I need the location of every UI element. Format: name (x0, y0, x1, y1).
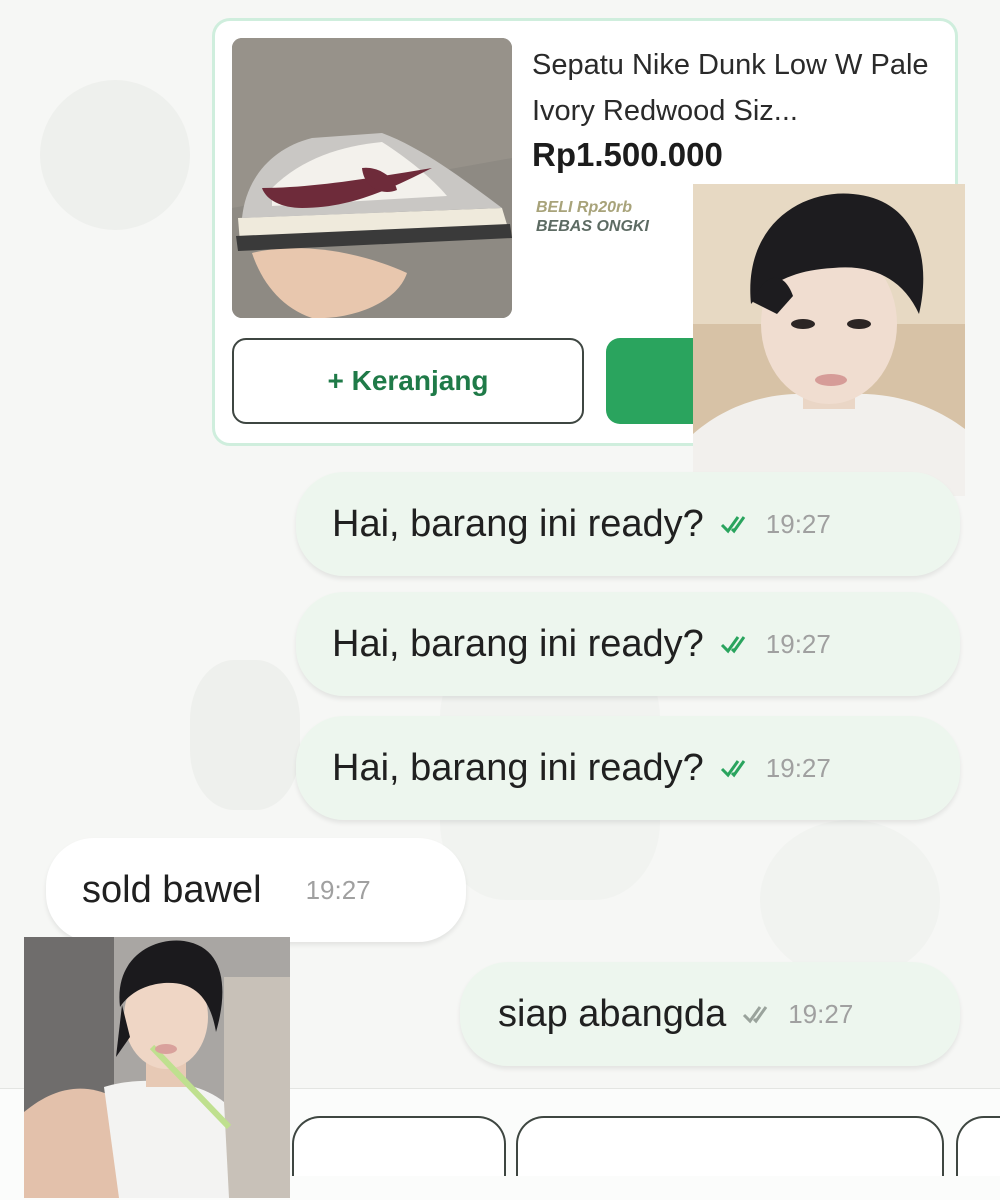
quick-reply-chip[interactable] (956, 1116, 1000, 1176)
product-title[interactable]: Sepatu Nike Dunk Low W Pale Ivory Redwoo… (532, 42, 942, 134)
overlay-photo-selfie (24, 937, 290, 1198)
quick-reply-chip[interactable] (516, 1116, 944, 1176)
double-check-icon (743, 1006, 768, 1024)
message-bubble-outgoing[interactable]: siap abangda 19:27 (460, 962, 960, 1066)
message-bubble-incoming[interactable]: sold bawel 19:27 (46, 838, 466, 942)
message-text: siap abangda (498, 992, 727, 1035)
double-check-icon (720, 636, 746, 654)
message-bubble-outgoing[interactable]: Hai, barang ini ready? 19:27 (296, 716, 960, 820)
message-time: 19:27 (765, 508, 831, 539)
message-time: 19:27 (765, 628, 831, 659)
selfie-photo (24, 937, 290, 1198)
message-text: Hai, barang ini ready? (332, 502, 704, 545)
product-price: Rp1.500.000 (532, 136, 723, 173)
double-check-icon (720, 516, 746, 534)
double-check-icon (720, 760, 746, 778)
message-time: 19:27 (788, 998, 854, 1029)
portrait-photo (693, 184, 965, 496)
message-text: sold bawel (82, 868, 262, 911)
message-time: 19:27 (305, 874, 371, 905)
promo-line-2: BEBAS ONGKI (536, 218, 649, 235)
background-doodle (40, 80, 190, 230)
product-image[interactable] (232, 38, 512, 318)
quick-reply-chip[interactable] (292, 1116, 506, 1176)
background-doodle (760, 820, 940, 980)
message-text: Hai, barang ini ready? (332, 622, 704, 665)
message-text: Hai, barang ini ready? (332, 746, 704, 789)
promo-line-1: BELI Rp20rb (536, 199, 633, 216)
message-time: 19:27 (765, 752, 831, 783)
add-to-cart-button[interactable]: + Keranjang (232, 338, 584, 424)
overlay-photo-portrait (693, 184, 965, 496)
sneaker-photo (232, 38, 512, 318)
background-doodle (190, 660, 300, 810)
message-bubble-outgoing[interactable]: Hai, barang ini ready? 19:27 (296, 472, 960, 576)
promo-badge: BELI Rp20rb BEBAS ONGKI (536, 198, 649, 236)
message-bubble-outgoing[interactable]: Hai, barang ini ready? 19:27 (296, 592, 960, 696)
